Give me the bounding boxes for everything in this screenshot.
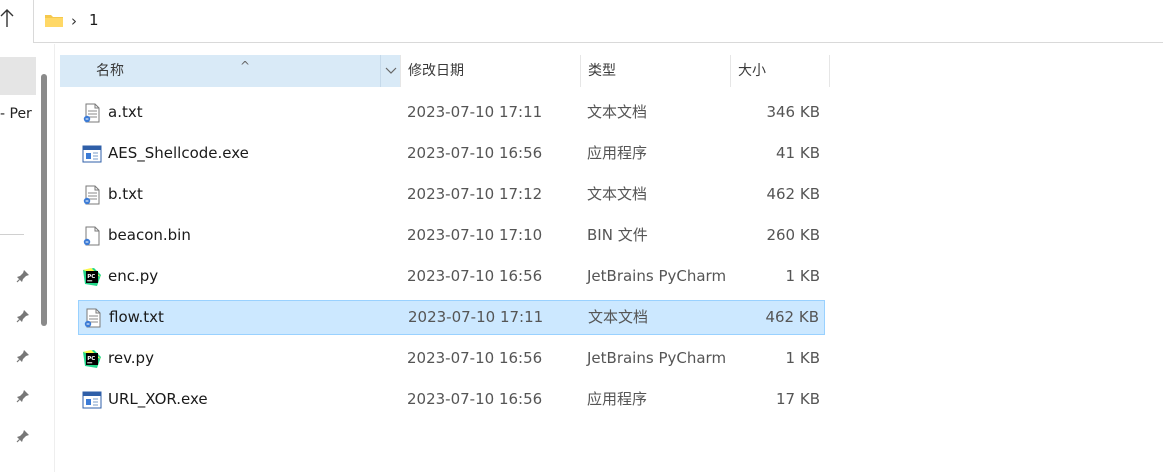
breadcrumb-separator: › [71,12,77,30]
address-bar[interactable]: › 1 [33,0,1163,43]
file-list: a.txt 2023-07-10 17:11 文本文档 346 KB AES_Shell… [78,95,826,423]
column-header-date[interactable]: 修改日期 [400,55,580,87]
column-header-name[interactable]: 名称 ^ [60,55,400,87]
file-row[interactable]: PC enc.py 2023-07-10 16:56 JetBrains PyChar… [78,259,825,294]
blank-file-icon [82,226,102,246]
column-header: 名称 ^ 修改日期 类型 大小 [60,55,830,87]
file-date: 2023-07-10 16:56 [407,349,543,367]
folder-icon [45,15,63,27]
file-type: 应用程序 [587,390,648,408]
navigation-pane: - Per [0,44,56,472]
file-row[interactable]: a.txt 2023-07-10 17:11 文本文档 346 KB [78,95,825,130]
pin-icon[interactable] [16,348,30,363]
file-type: 文本文档 [588,308,649,326]
arrow-up-icon [0,9,14,27]
text-file-icon [83,308,103,328]
file-size: 1 KB [785,267,820,285]
pin-icon[interactable] [16,428,30,443]
nav-selected-item[interactable] [0,57,36,95]
column-header-type[interactable]: 类型 [580,55,730,87]
file-size: 346 KB [766,103,820,121]
address-toolbar: › 1 [0,0,1163,44]
file-name: beacon.bin [108,226,191,244]
file-row[interactable]: URL_XOR.exe 2023-07-10 16:56 应用程序 17 KB [78,382,825,417]
file-name: a.txt [108,103,143,121]
file-name: enc.py [108,267,159,285]
nav-divider [0,234,24,235]
sort-ascending-icon: ^ [240,59,251,73]
file-date: 2023-07-10 17:12 [407,185,543,203]
file-row[interactable]: AES_Shellcode.exe 2023-07-10 16:56 应用程序 41 … [78,136,825,171]
svg-text:PC: PC [87,356,95,362]
file-date: 2023-07-10 17:11 [407,103,543,121]
file-row-selected[interactable]: flow.txt 2023-07-10 17:11 文本文档 462 KB [78,300,825,335]
nav-scrollbar[interactable] [41,74,47,326]
file-date: 2023-07-10 16:56 [407,144,543,162]
nav-item-partial[interactable]: - Per [0,106,32,122]
chevron-down-icon [385,67,397,74]
file-size: 1 KB [785,349,820,367]
file-size: 17 KB [776,390,820,408]
file-row[interactable]: PC rev.py 2023-07-10 16:56 JetBrains PyChar… [78,341,825,376]
pane-divider[interactable] [54,44,55,472]
file-type: 文本文档 [587,185,648,203]
file-type: BIN 文件 [587,226,648,244]
text-file-icon [82,185,102,205]
file-size: 41 KB [776,144,820,162]
column-header-size[interactable]: 大小 [730,55,830,87]
breadcrumb-folder[interactable]: 1 [89,11,99,29]
column-date-label: 修改日期 [408,63,464,79]
file-type: JetBrains PyCharm [587,349,727,367]
pycharm-icon: PC [82,267,102,287]
file-date: 2023-07-10 16:56 [407,267,543,285]
column-type-label: 类型 [588,63,616,79]
file-type: 文本文档 [587,103,648,121]
column-filter-dropdown[interactable] [380,55,401,87]
file-name: flow.txt [109,308,164,326]
file-date: 2023-07-10 17:11 [408,308,544,326]
text-file-icon [82,103,102,123]
file-row[interactable]: beacon.bin 2023-07-10 17:10 BIN 文件 260 KB [78,218,825,253]
pin-icon[interactable] [16,268,30,283]
file-name: URL_XOR.exe [108,390,208,408]
file-row[interactable]: b.txt 2023-07-10 17:12 文本文档 462 KB [78,177,825,212]
pin-icon[interactable] [16,388,30,403]
file-size: 260 KB [766,226,820,244]
svg-text:PC: PC [87,274,95,280]
file-date: 2023-07-10 16:56 [407,390,543,408]
up-button[interactable] [0,8,20,36]
file-name: rev.py [108,349,154,367]
exe-app-icon [82,144,102,164]
column-size-label: 大小 [738,63,766,79]
pin-icon[interactable] [16,308,30,323]
pycharm-icon: PC [82,349,102,369]
file-size: 462 KB [766,185,820,203]
exe-app-icon [82,390,102,410]
file-name: AES_Shellcode.exe [108,144,249,162]
file-type: JetBrains PyCharm [587,267,727,285]
file-size: 462 KB [765,308,819,326]
file-date: 2023-07-10 17:10 [407,226,543,244]
file-type: 应用程序 [587,144,648,162]
column-name-label: 名称 [96,63,124,79]
file-name: b.txt [108,185,143,203]
